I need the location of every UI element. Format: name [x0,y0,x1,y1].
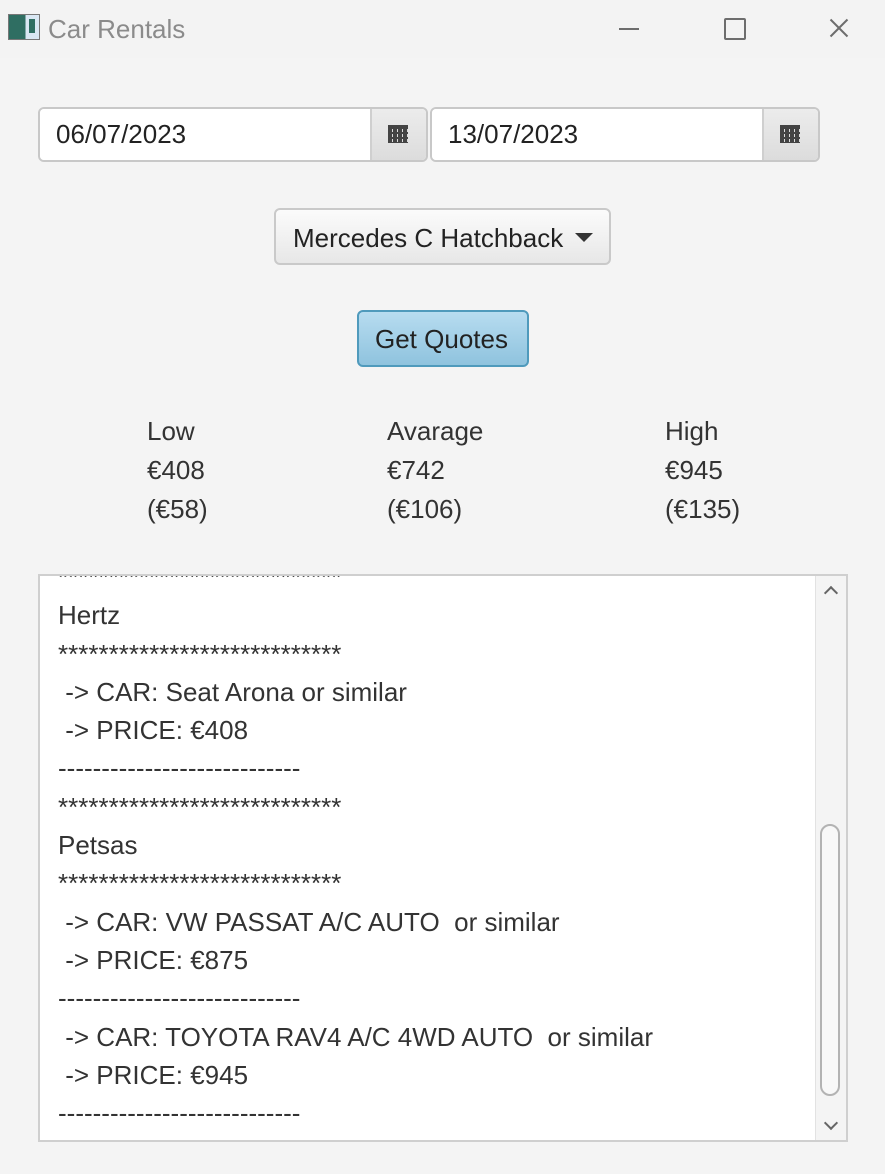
average-daily: (€106) [387,494,463,524]
get-quotes-label: Get Quotes [375,324,508,354]
scroll-down-icon[interactable] [824,1119,837,1132]
high-total: €945 [665,455,723,485]
maximize-icon[interactable] [714,10,754,48]
high-stat: High €945 (€135) [665,412,740,529]
pickup-date-input[interactable] [40,109,390,160]
low-daily: (€58) [147,494,208,524]
results-textarea[interactable]: **************************** Hertz *****… [38,574,848,1142]
dropoff-date-picker[interactable] [430,107,820,162]
vehicle-dropdown[interactable]: Mercedes C Hatchback [274,208,611,265]
pickup-calendar-button[interactable] [370,109,426,160]
title-bar: Car Rentals [0,0,885,58]
dropoff-date-input[interactable] [432,109,782,160]
average-label: Avarage [387,416,484,446]
high-label: High [665,416,719,446]
scrollbar-thumb[interactable] [820,824,840,1096]
calendar-icon [780,125,800,143]
low-label: Low [147,416,195,446]
dropoff-calendar-button[interactable] [762,109,818,160]
low-stat: Low €408 (€58) [147,412,208,529]
window-title: Car Rentals [48,14,186,44]
scroll-up-icon[interactable] [824,584,837,597]
low-total: €408 [147,455,205,485]
high-daily: (€135) [665,494,741,524]
app-icon [8,14,40,40]
vertical-scrollbar[interactable] [815,576,846,1140]
minimize-icon[interactable] [610,10,650,48]
close-icon[interactable] [818,10,858,48]
get-quotes-button[interactable]: Get Quotes [357,310,529,367]
average-stat: Avarage €742 (€106) [387,412,483,529]
chevron-down-icon [575,233,593,242]
calendar-icon [388,125,408,143]
average-total: €742 [387,455,445,485]
pickup-date-picker[interactable] [38,107,428,162]
results-text: **************************** Hertz *****… [58,574,654,1129]
vehicle-dropdown-value: Mercedes C Hatchback [293,223,564,253]
